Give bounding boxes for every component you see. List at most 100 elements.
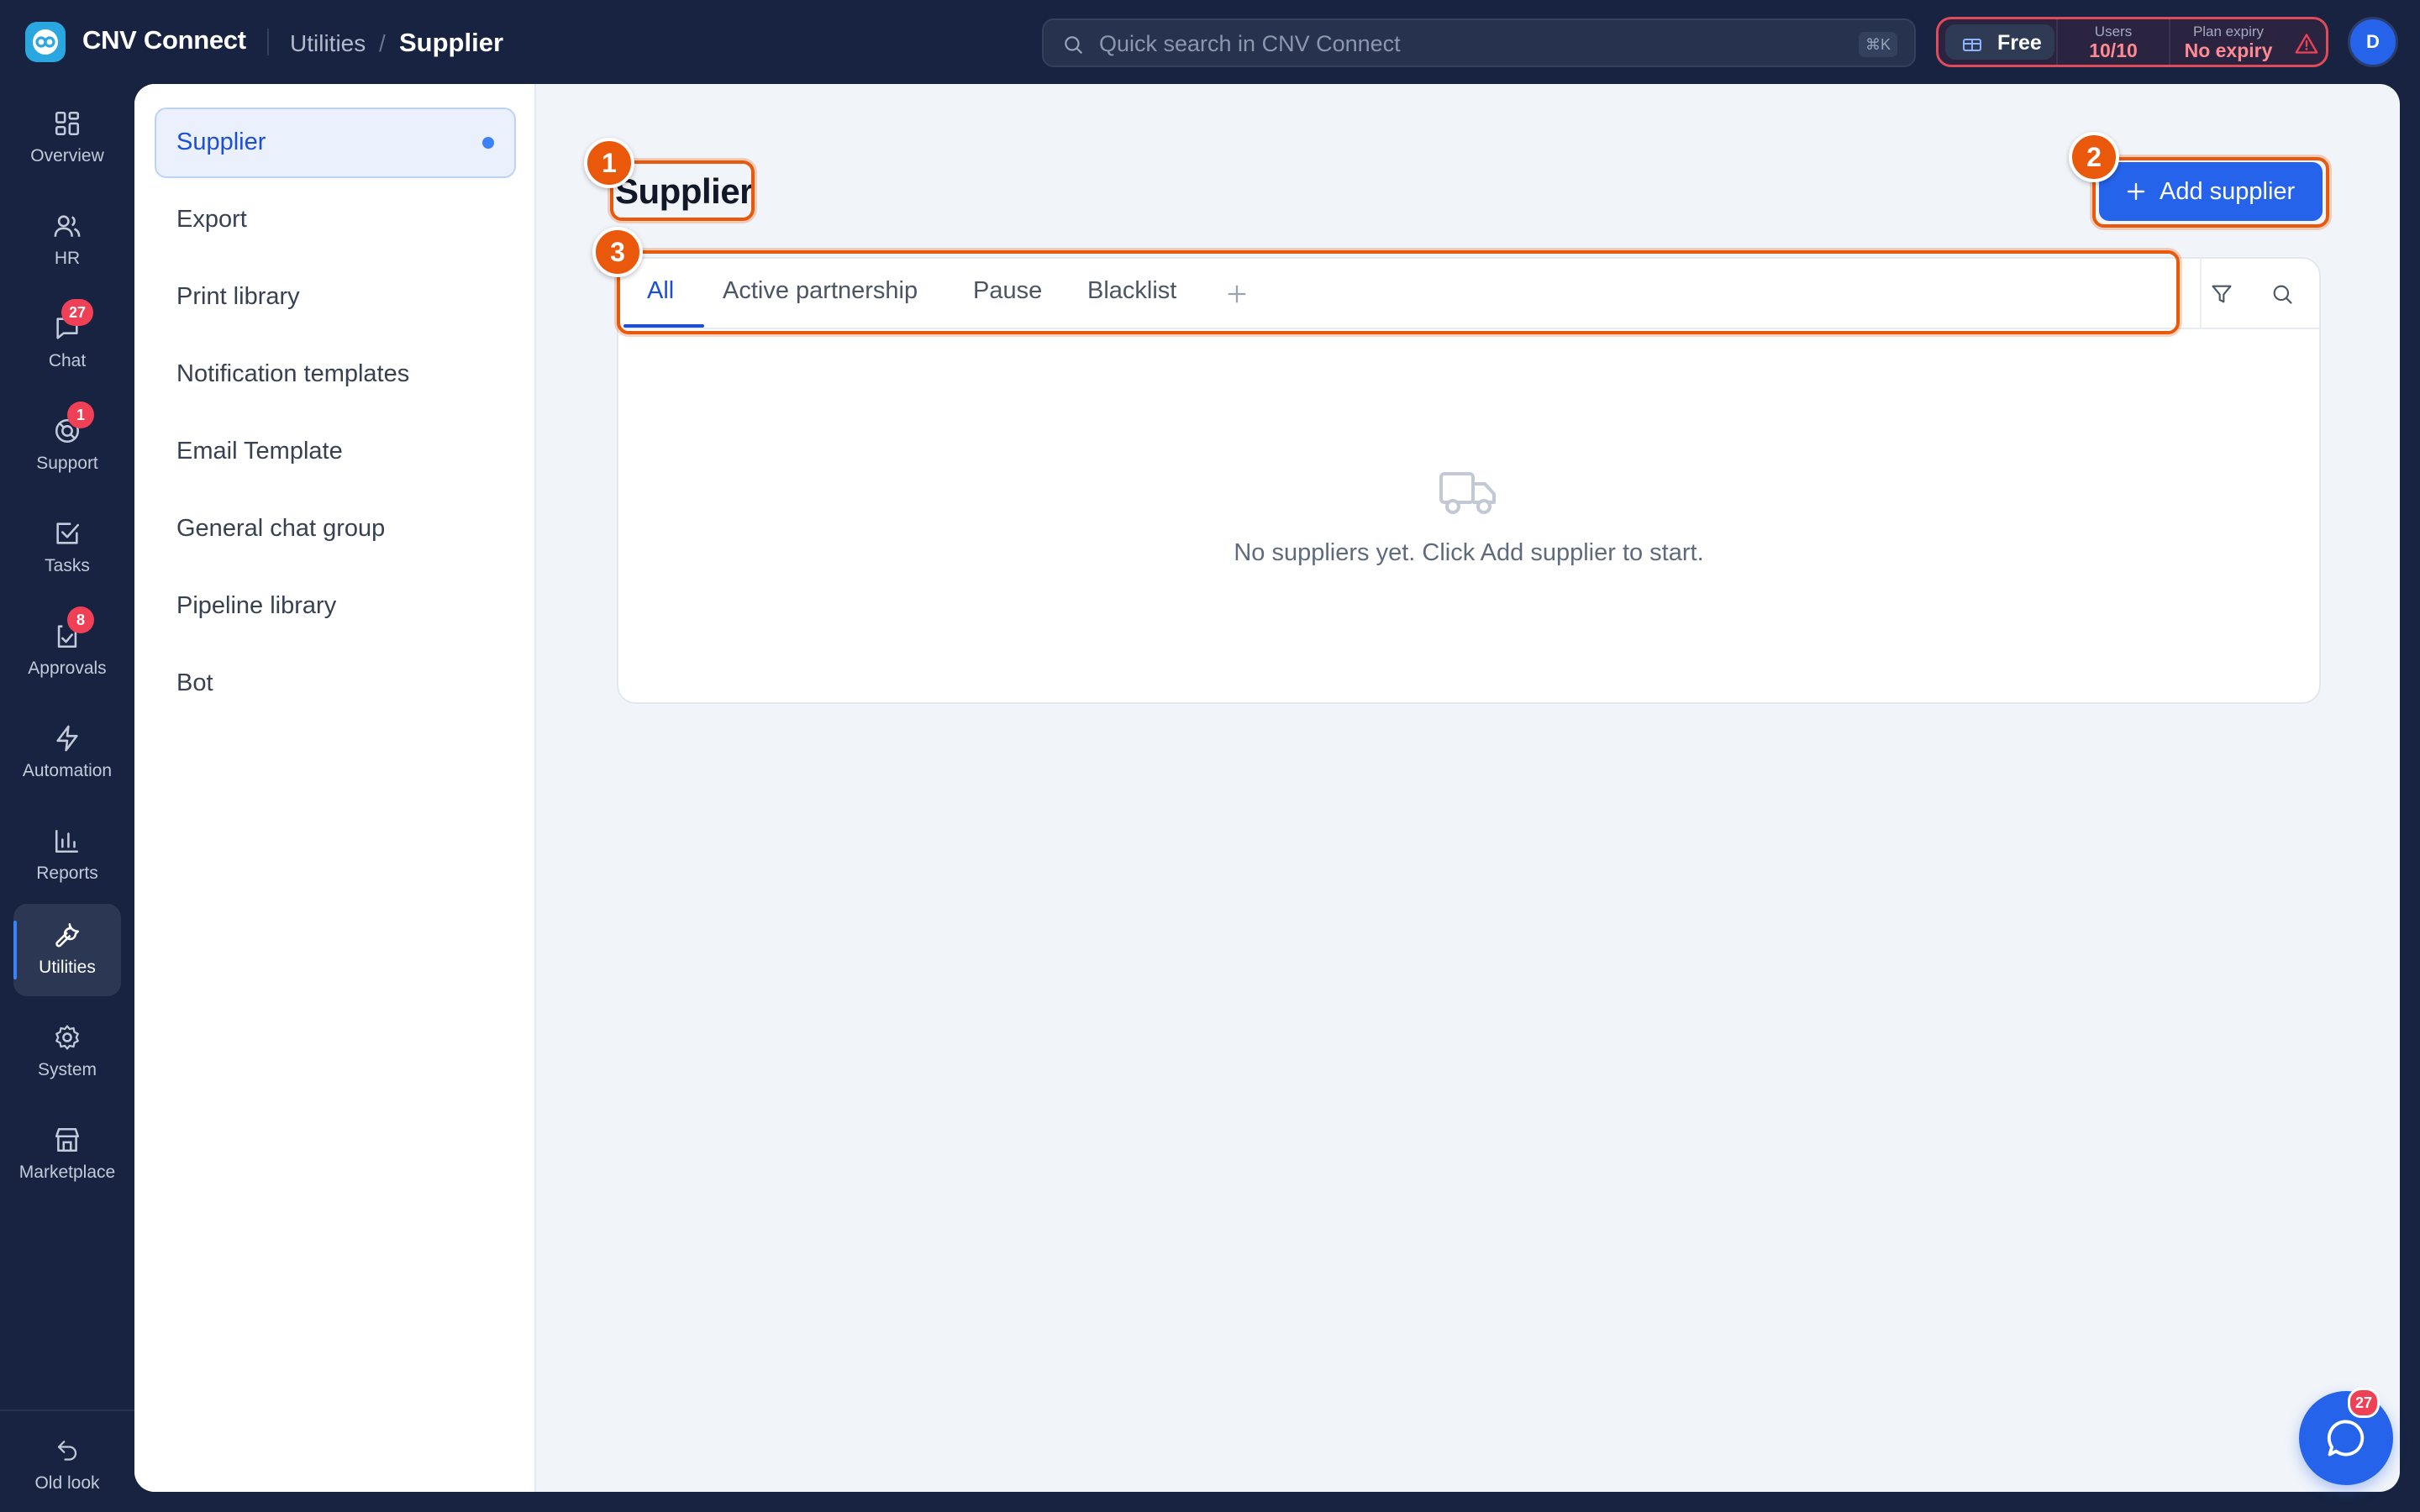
- nav-automation[interactable]: Automation: [13, 707, 121, 800]
- nav-label: Automation: [22, 761, 113, 780]
- search-placeholder: Quick search in CNV Connect: [1099, 31, 1401, 56]
- subnav-label: Print library: [176, 283, 300, 310]
- tab-all[interactable]: All: [647, 277, 674, 305]
- tab-pause[interactable]: Pause: [973, 277, 1042, 305]
- users-label: Users: [2094, 24, 2133, 39]
- nav-label: Old look: [34, 1473, 100, 1493]
- tab-blacklist[interactable]: Blacklist: [1087, 277, 1176, 305]
- annotation-marker: 1: [584, 138, 634, 188]
- global-search-input[interactable]: Quick search in CNV Connect ⌘K: [1042, 18, 1916, 67]
- subnav-item-print-library[interactable]: Print library: [155, 262, 516, 333]
- wrench-icon: [55, 922, 80, 948]
- plan-status[interactable]: Free Users 10/10 Plan expiry No expiry: [1936, 17, 2328, 67]
- nav-reports[interactable]: Reports: [13, 810, 121, 902]
- nav-system[interactable]: System: [13, 1006, 121, 1099]
- add-tab-icon[interactable]: [1225, 282, 1249, 306]
- plan-expiry-value: No expiry: [2184, 39, 2273, 61]
- app-name: CNV Connect: [82, 25, 246, 55]
- list-search-button[interactable]: [2265, 277, 2299, 311]
- nav-approvals[interactable]: 8 Approvals: [13, 605, 121, 697]
- nav-marketplace[interactable]: Marketplace: [13, 1109, 121, 1201]
- annotation-marker: 2: [2069, 132, 2119, 182]
- divider: [267, 29, 269, 55]
- subnav-label: Email Template: [176, 438, 343, 465]
- nav-support[interactable]: 1 Support: [13, 400, 121, 492]
- subnav-item-supplier[interactable]: Supplier: [155, 108, 516, 178]
- subnav-item-export[interactable]: Export: [155, 185, 516, 255]
- nav-chat[interactable]: 27 Chat: [13, 297, 121, 390]
- truck-icon: [1439, 472, 1496, 514]
- subnav-label: Supplier: [176, 129, 266, 155]
- floating-chat-button[interactable]: 27: [2299, 1388, 2393, 1485]
- nav-label: Chat: [48, 351, 87, 370]
- nav-label: Approvals: [28, 659, 107, 678]
- subnav-item-bot[interactable]: Bot: [155, 648, 516, 719]
- notification-badge: 27: [2348, 1388, 2381, 1418]
- tab-active-partnership[interactable]: Active partnership: [723, 277, 918, 305]
- annotation-marker: 3: [592, 227, 643, 277]
- plus-icon: [2127, 182, 2145, 201]
- chat-bubble-icon: [2327, 1420, 2365, 1457]
- add-supplier-label: Add supplier: [2160, 178, 2296, 205]
- subnav-label: Notification templates: [176, 360, 410, 387]
- utilities-subnav: Supplier Export Print library Notificati…: [134, 84, 536, 1492]
- nav-label: Support: [36, 454, 98, 473]
- divider: [2200, 259, 2202, 329]
- empty-state-message: No suppliers yet. Click Add supplier to …: [1234, 539, 1704, 566]
- filter-button[interactable]: [2205, 277, 2238, 311]
- top-bar: CNV Connect Utilities / Supplier Quick s…: [0, 0, 2420, 84]
- users-value: 10/10: [2089, 39, 2138, 61]
- nav-tasks[interactable]: Tasks: [13, 502, 121, 595]
- store-icon: [55, 1127, 80, 1152]
- subnav-label: General chat group: [176, 515, 386, 542]
- subnav-item-pipeline-library[interactable]: Pipeline library: [155, 571, 516, 642]
- nav-label: Utilities: [39, 958, 96, 977]
- logo-icon: [33, 29, 58, 55]
- subnav-label: Bot: [176, 669, 213, 696]
- nav-overview[interactable]: Overview: [13, 92, 121, 185]
- undo-icon: [57, 1441, 77, 1461]
- divider: [0, 1410, 134, 1411]
- old-look-button[interactable]: Old look: [13, 1420, 121, 1512]
- active-indicator: [482, 137, 494, 149]
- subnav-item-email-template[interactable]: Email Template: [155, 417, 516, 487]
- nav-label: HR: [54, 249, 81, 268]
- plan-expiry-label: Plan expiry: [2192, 24, 2265, 39]
- app-logo[interactable]: [25, 22, 66, 62]
- subnav-item-general-chat-group[interactable]: General chat group: [155, 494, 516, 564]
- filter-icon: [2212, 285, 2232, 303]
- search-icon: [2273, 285, 2292, 304]
- bar-chart-icon: [55, 830, 78, 853]
- main-navigation: Overview HR 27 Chat 1 Support Tasks 8 Ap…: [0, 84, 134, 1512]
- nav-label: System: [37, 1060, 97, 1079]
- nav-label: Tasks: [45, 556, 90, 575]
- warning-icon: [2295, 34, 2318, 54]
- page-title: Supplier: [615, 171, 754, 211]
- nav-label: Overview: [30, 146, 104, 165]
- nav-hr[interactable]: HR: [13, 195, 121, 287]
- grid-icon: [55, 111, 80, 136]
- gear-icon: [55, 1025, 79, 1050]
- lightning-icon: [56, 725, 78, 752]
- supplier-list-card: All Active partnership Pause Blacklist N…: [617, 257, 2321, 704]
- notification-badge: 1: [67, 402, 94, 428]
- subnav-item-notification-templates[interactable]: Notification templates: [155, 339, 516, 410]
- breadcrumb-separator: /: [379, 30, 386, 56]
- tab-bar: All Active partnership Pause Blacklist: [618, 259, 2319, 329]
- search-shortcut: ⌘K: [1858, 32, 1897, 57]
- add-supplier-button[interactable]: Add supplier: [2099, 162, 2323, 221]
- users-icon: [54, 215, 81, 237]
- breadcrumb-current: Supplier: [399, 28, 504, 57]
- avatar[interactable]: D: [2348, 17, 2398, 67]
- nav-label: Marketplace: [18, 1163, 116, 1182]
- breadcrumb-utilities[interactable]: Utilities: [290, 30, 366, 57]
- checkbox-icon: [56, 522, 80, 544]
- nav-label: Reports: [36, 864, 98, 883]
- notification-badge: 8: [67, 606, 94, 633]
- subnav-label: Pipeline library: [176, 592, 337, 619]
- subnav-label: Export: [176, 206, 247, 233]
- nav-utilities[interactable]: Utilities: [13, 904, 121, 996]
- plan-tier: Free: [1997, 31, 2042, 55]
- notification-badge: 27: [61, 299, 93, 326]
- plan-tier-badge[interactable]: Free: [1945, 24, 2054, 60]
